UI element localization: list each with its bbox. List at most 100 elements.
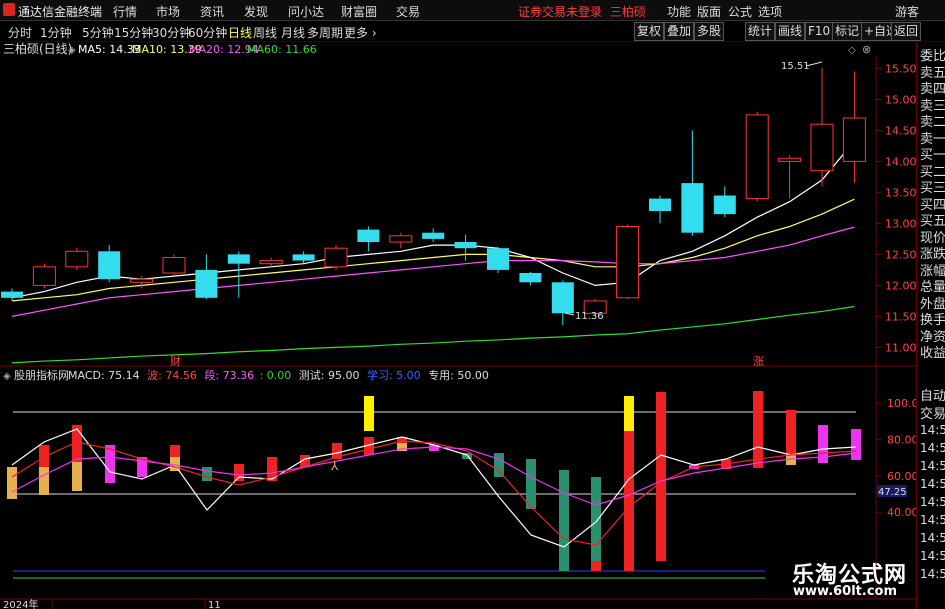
auto-trade-label[interactable]: 交易 xyxy=(920,403,945,422)
period-more[interactable]: 更多 › xyxy=(344,24,377,41)
indicator-tick-label: 40.00 xyxy=(887,506,916,519)
diamond-icon[interactable]: ◇ xyxy=(848,45,856,56)
indicator-lines xyxy=(11,428,857,548)
price-tick-label: 13.50 xyxy=(885,186,916,199)
menu-item-ask[interactable]: 问小达 xyxy=(288,3,324,20)
trade-time: 14:56 xyxy=(920,549,945,563)
menu-item-quotes[interactable]: 行情 xyxy=(113,3,137,20)
collapse-icon[interactable]: ⊗ xyxy=(862,43,871,56)
toolbar-draw-button[interactable]: 画线 xyxy=(775,22,806,41)
candle-body xyxy=(454,242,477,249)
ma60-label: MA60: 11.66 xyxy=(247,43,317,56)
limit-up-marker[interactable]: 涨 xyxy=(753,355,764,367)
period-multi[interactable]: 多周期 xyxy=(307,24,343,41)
indicator-bar xyxy=(364,396,374,431)
toolbar-multi-stock-button[interactable]: 多股 xyxy=(694,22,725,41)
low-price-label: 11.36 xyxy=(575,311,604,322)
warning-text: 证券交易未登录 xyxy=(518,5,603,19)
indicator-name: 股朋指标网 xyxy=(14,368,69,382)
menu-item-news[interactable]: 资讯 xyxy=(200,3,224,20)
menu-item-wealth[interactable]: 财富圈 xyxy=(341,3,377,20)
period-monthly[interactable]: 月线 xyxy=(281,24,305,41)
indicator-chart[interactable]: ◈ 股朋指标网 MACD: 75.14 波: 74.56 段: 73.36 : … xyxy=(0,367,916,609)
finance-marker[interactable]: 财 xyxy=(170,354,181,367)
candle-body xyxy=(32,266,56,286)
menu-item-discover[interactable]: 发现 xyxy=(244,3,268,20)
period-daily[interactable]: 日线 xyxy=(228,24,252,41)
quote-side-panel: 委比 卖五 卖四 卖三 卖二 卖一 买一 买二 买三 买四 买五 现价 涨跌 涨幅 总量 外盘 换手 净资 收益 自动… xyxy=(916,42,945,609)
period-timeshare[interactable]: 分时 xyxy=(8,24,32,41)
indicator-bar xyxy=(234,464,244,481)
moving-average-lines xyxy=(11,140,855,364)
chart-settings-icon[interactable]: ◈ xyxy=(68,45,76,56)
trade-time: 14:56 xyxy=(920,495,945,509)
trade-time: 14:56 xyxy=(920,459,945,473)
signal-person-icon: ⅄ xyxy=(330,459,339,473)
price-tick-label: 13.00 xyxy=(885,217,916,230)
period-more-label: 更多 xyxy=(344,26,369,40)
period-5min[interactable]: 5分钟 xyxy=(82,24,114,41)
indicator-tick-label: 100.00 xyxy=(887,397,916,410)
candle-body xyxy=(130,278,154,283)
indicator-bar xyxy=(7,467,17,499)
toolbar-back-button[interactable]: 返回 xyxy=(891,22,922,41)
candle-body xyxy=(713,195,736,215)
toolbar-stats-button[interactable]: 统计 xyxy=(745,22,776,41)
indicator-settings-icon[interactable]: ◈ xyxy=(3,371,11,382)
candle-body xyxy=(681,183,704,233)
period-1min[interactable]: 1分钟 xyxy=(40,24,72,41)
candle-body xyxy=(227,254,250,264)
trade-time: 14:56 xyxy=(920,477,945,491)
menu-item-guest[interactable]: 游客 xyxy=(895,3,919,20)
toolbar-f10-button[interactable]: F10 xyxy=(805,22,834,41)
toolbar-mark-button[interactable]: 标记 xyxy=(832,22,863,41)
candlestick-chart[interactable]: 三柏硕(日线) ◈ MA5: 14.33 MA10: 13.39 MA20: 1… xyxy=(0,42,916,367)
high-price-label: 15.51 xyxy=(781,61,810,72)
price-tick-label: 14.00 xyxy=(885,155,916,168)
menu-item-options[interactable]: 选项 xyxy=(758,3,782,20)
period-30min[interactable]: 30分钟 xyxy=(152,24,191,41)
candle-body xyxy=(519,273,542,283)
toolbar-restore-rights-button[interactable]: 复权 xyxy=(634,22,665,41)
login-warning: 证券交易未登录 三柏硕 xyxy=(518,3,646,20)
x-label-month: 11 xyxy=(208,600,221,609)
period-15min[interactable]: 15分钟 xyxy=(114,24,153,41)
app-title: 通达信金融终端 xyxy=(18,5,103,19)
indicator-special: 专用: 50.00 xyxy=(428,368,489,382)
indicator-bar xyxy=(624,431,634,571)
indicator-test: 测试: 95.00 xyxy=(299,369,360,382)
candle-body xyxy=(842,117,866,162)
auto-trade-label[interactable]: 自动 xyxy=(920,385,945,404)
toolbar-overlay-button[interactable]: 叠加 xyxy=(664,22,695,41)
current-value: 47.25 xyxy=(878,487,907,498)
period-60min[interactable]: 60分钟 xyxy=(188,24,227,41)
candle-body xyxy=(1,291,23,298)
indicator-study: 学习: 5.00 xyxy=(367,368,421,382)
indicator-line-red xyxy=(11,440,857,546)
ma-line-ma60 xyxy=(11,305,855,364)
app-logo-icon xyxy=(3,3,15,16)
menu-item-trade[interactable]: 交易 xyxy=(396,3,420,20)
x-label-year: 2024年 xyxy=(3,598,38,609)
indicator-bar xyxy=(624,396,634,431)
price-tick-label: 15.00 xyxy=(885,93,916,106)
menu-item-market[interactable]: 市场 xyxy=(156,3,180,20)
trade-time: 14:56 xyxy=(920,441,945,455)
price-tick-label: 12.50 xyxy=(885,248,916,261)
menu-item-formula[interactable]: 公式 xyxy=(728,3,752,20)
indicator-wave: 波: 74.56 xyxy=(147,369,197,382)
warning-stock-name: 三柏硕 xyxy=(609,5,646,19)
candle-body xyxy=(487,248,509,270)
menu-item-layout[interactable]: 版面 xyxy=(697,3,721,20)
candle-body xyxy=(292,254,315,261)
period-weekly[interactable]: 周线 xyxy=(253,24,277,41)
candle-body xyxy=(745,114,769,200)
chart-title: 三柏硕(日线) xyxy=(3,42,72,56)
quote-field-label[interactable]: 收益 xyxy=(920,342,945,361)
chevron-right-icon: › xyxy=(371,26,377,40)
menu-item-function[interactable]: 功能 xyxy=(667,3,691,20)
indicator-bar xyxy=(591,561,601,571)
trade-time: 14:56 xyxy=(920,513,945,527)
price-tick-label: 14.50 xyxy=(885,124,916,137)
price-tick-label: 11.00 xyxy=(885,341,916,354)
